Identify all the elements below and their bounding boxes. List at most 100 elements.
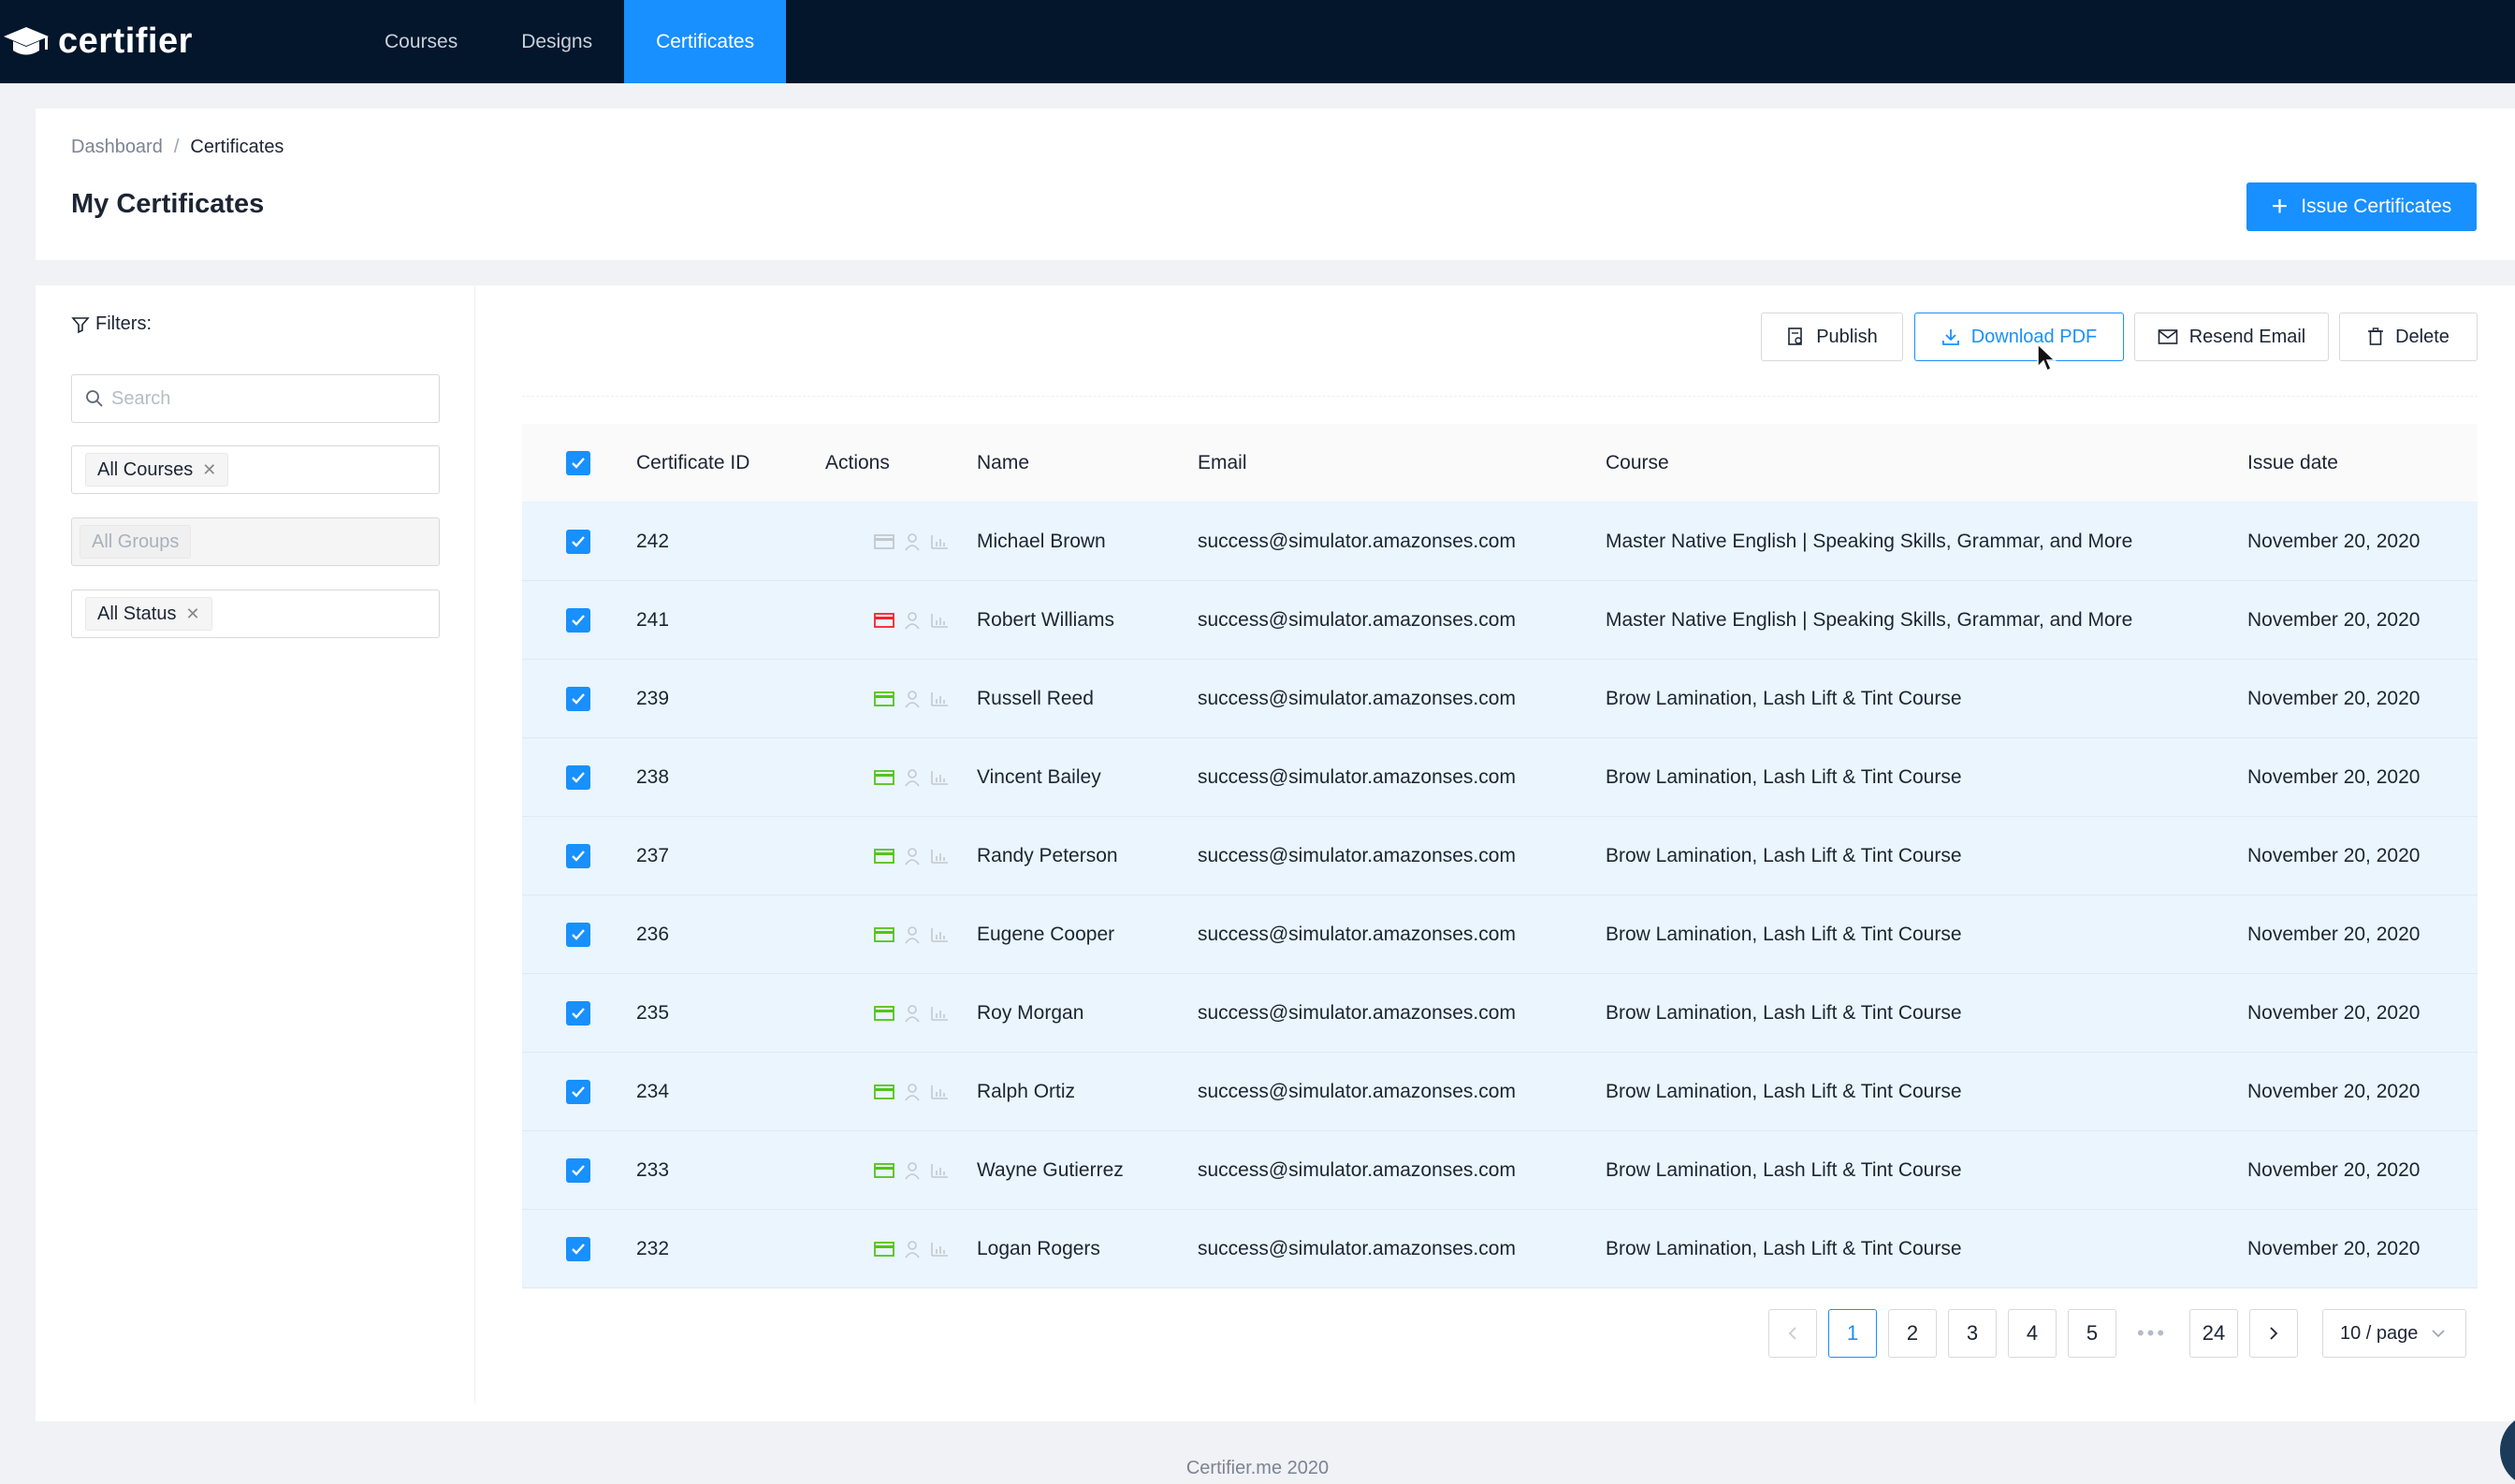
- search-input[interactable]: Search: [71, 374, 440, 423]
- stats-icon[interactable]: [930, 691, 949, 707]
- column-header-course[interactable]: Course: [1606, 452, 2247, 474]
- row-checkbox[interactable]: [566, 1000, 590, 1026]
- user-icon[interactable]: [904, 1240, 921, 1258]
- user-icon[interactable]: [904, 768, 921, 787]
- certificate-card-icon[interactable]: [874, 533, 894, 550]
- recipient-email: success@simulator.amazonses.com: [1198, 608, 1516, 631]
- recipient-email: success@simulator.amazonses.com: [1198, 1158, 1516, 1181]
- table-row[interactable]: 238 Vincent Bailey success@simulator.ama…: [522, 738, 2478, 817]
- status-filter-select[interactable]: All Status ✕: [71, 589, 440, 638]
- course-name: Brow Lamination, Lash Lift & Tint Course: [1606, 923, 1962, 945]
- row-checkbox[interactable]: [566, 843, 590, 868]
- stats-icon[interactable]: [930, 848, 949, 865]
- row-checkbox[interactable]: [566, 686, 590, 711]
- nav-courses[interactable]: Courses: [353, 0, 489, 83]
- table-row[interactable]: 237 Randy Peterson success@simulator.ama…: [522, 817, 2478, 895]
- stats-icon[interactable]: [930, 769, 949, 786]
- certificate-card-icon[interactable]: [874, 769, 894, 786]
- user-icon[interactable]: [904, 611, 921, 630]
- table-row[interactable]: 242 Michael Brown success@simulator.amaz…: [522, 502, 2478, 581]
- close-icon[interactable]: ✕: [185, 604, 199, 624]
- user-icon[interactable]: [904, 925, 921, 944]
- table-body: 242 Michael Brown success@simulator.amaz…: [522, 502, 2478, 1288]
- issue-date: November 20, 2020: [2247, 1001, 2421, 1024]
- stats-icon[interactable]: [930, 533, 949, 550]
- prev-page-button[interactable]: [1768, 1309, 1817, 1358]
- user-icon[interactable]: [904, 532, 921, 551]
- delete-button[interactable]: Delete: [2339, 313, 2478, 361]
- row-select-cell: [522, 607, 634, 633]
- breadcrumb-dashboard[interactable]: Dashboard: [71, 137, 163, 157]
- certificate-card-icon[interactable]: [874, 926, 894, 943]
- delete-label: Delete: [2395, 326, 2450, 347]
- recipient-name: Michael Brown: [977, 530, 1106, 552]
- nav-certificates[interactable]: Certificates: [624, 0, 787, 83]
- row-checkbox[interactable]: [566, 1157, 590, 1183]
- certificate-card-icon[interactable]: [874, 1241, 894, 1258]
- check-icon: [572, 535, 585, 547]
- certificate-card-icon[interactable]: [874, 691, 894, 707]
- issue-date: November 20, 2020: [2247, 530, 2421, 552]
- check-icon: [572, 1085, 585, 1098]
- page-3-button[interactable]: 3: [1948, 1309, 1997, 1358]
- certificate-card-icon[interactable]: [874, 612, 894, 629]
- table-row[interactable]: 233 Wayne Gutierrez success@simulator.am…: [522, 1131, 2478, 1210]
- column-header-email[interactable]: Email: [1198, 452, 1606, 474]
- check-icon: [572, 457, 585, 469]
- select-all-checkbox[interactable]: [566, 450, 590, 475]
- groups-filter-tag: All Groups: [80, 525, 192, 559]
- user-icon[interactable]: [904, 847, 921, 866]
- row-checkbox[interactable]: [566, 1079, 590, 1104]
- page-1-button[interactable]: 1: [1828, 1309, 1877, 1358]
- user-icon[interactable]: [904, 1004, 921, 1023]
- user-icon[interactable]: [904, 1083, 921, 1101]
- table-row[interactable]: 234 Ralph Ortiz success@simulator.amazon…: [522, 1053, 2478, 1131]
- table-row[interactable]: 235 Roy Morgan success@simulator.amazons…: [522, 974, 2478, 1053]
- recipient-email: success@simulator.amazonses.com: [1198, 765, 1516, 788]
- table-row[interactable]: 236 Eugene Cooper success@simulator.amaz…: [522, 895, 2478, 974]
- logo[interactable]: certifier: [0, 0, 281, 83]
- stats-icon[interactable]: [930, 1084, 949, 1100]
- next-page-button[interactable]: [2249, 1309, 2298, 1358]
- table-row[interactable]: 239 Russell Reed success@simulator.amazo…: [522, 660, 2478, 738]
- table-row[interactable]: 232 Logan Rogers success@simulator.amazo…: [522, 1210, 2478, 1288]
- courses-filter-select[interactable]: All Courses ✕: [71, 445, 440, 494]
- close-icon[interactable]: ✕: [202, 460, 216, 480]
- user-icon[interactable]: [904, 1161, 921, 1180]
- row-checkbox[interactable]: [566, 529, 590, 554]
- certificate-card-icon[interactable]: [874, 1084, 894, 1100]
- column-header-name[interactable]: Name: [977, 452, 1198, 474]
- certificate-card-icon[interactable]: [874, 1005, 894, 1022]
- stats-icon[interactable]: [930, 1005, 949, 1022]
- page-24-button[interactable]: 24: [2189, 1309, 2238, 1358]
- row-checkbox[interactable]: [566, 1236, 590, 1261]
- row-checkbox[interactable]: [566, 607, 590, 633]
- check-icon: [572, 850, 585, 862]
- page-4-button[interactable]: 4: [2008, 1309, 2057, 1358]
- column-header-id[interactable]: Certificate ID: [636, 452, 823, 474]
- certificate-card-icon[interactable]: [874, 848, 894, 865]
- recipient-name: Eugene Cooper: [977, 923, 1115, 945]
- status-filter-tag: All Status ✕: [85, 597, 212, 631]
- nav-designs[interactable]: Designs: [489, 0, 624, 83]
- certificate-card-icon[interactable]: [874, 1162, 894, 1179]
- resend-email-button[interactable]: Resend Email: [2134, 313, 2329, 361]
- column-header-issue-date[interactable]: Issue date: [2247, 452, 2481, 474]
- row-checkbox[interactable]: [566, 764, 590, 790]
- download-pdf-button[interactable]: Download PDF: [1914, 313, 2124, 361]
- stats-icon[interactable]: [930, 612, 949, 629]
- issue-certificates-button[interactable]: + Issue Certificates: [2246, 182, 2477, 231]
- publish-button[interactable]: Publish: [1761, 313, 1903, 361]
- trash-icon: [2368, 327, 2384, 345]
- table-row[interactable]: 241 Robert Williams success@simulator.am…: [522, 581, 2478, 660]
- page-size-select[interactable]: 10 / page: [2322, 1309, 2466, 1358]
- page-2-button[interactable]: 2: [1888, 1309, 1937, 1358]
- user-icon[interactable]: [904, 690, 921, 708]
- page-5-button[interactable]: 5: [2068, 1309, 2116, 1358]
- row-checkbox[interactable]: [566, 922, 590, 947]
- certificate-id: 233: [636, 1158, 670, 1181]
- stats-icon[interactable]: [930, 1162, 949, 1179]
- stats-icon[interactable]: [930, 1241, 949, 1258]
- pagination-ellipsis[interactable]: •••: [2128, 1309, 2176, 1358]
- stats-icon[interactable]: [930, 926, 949, 943]
